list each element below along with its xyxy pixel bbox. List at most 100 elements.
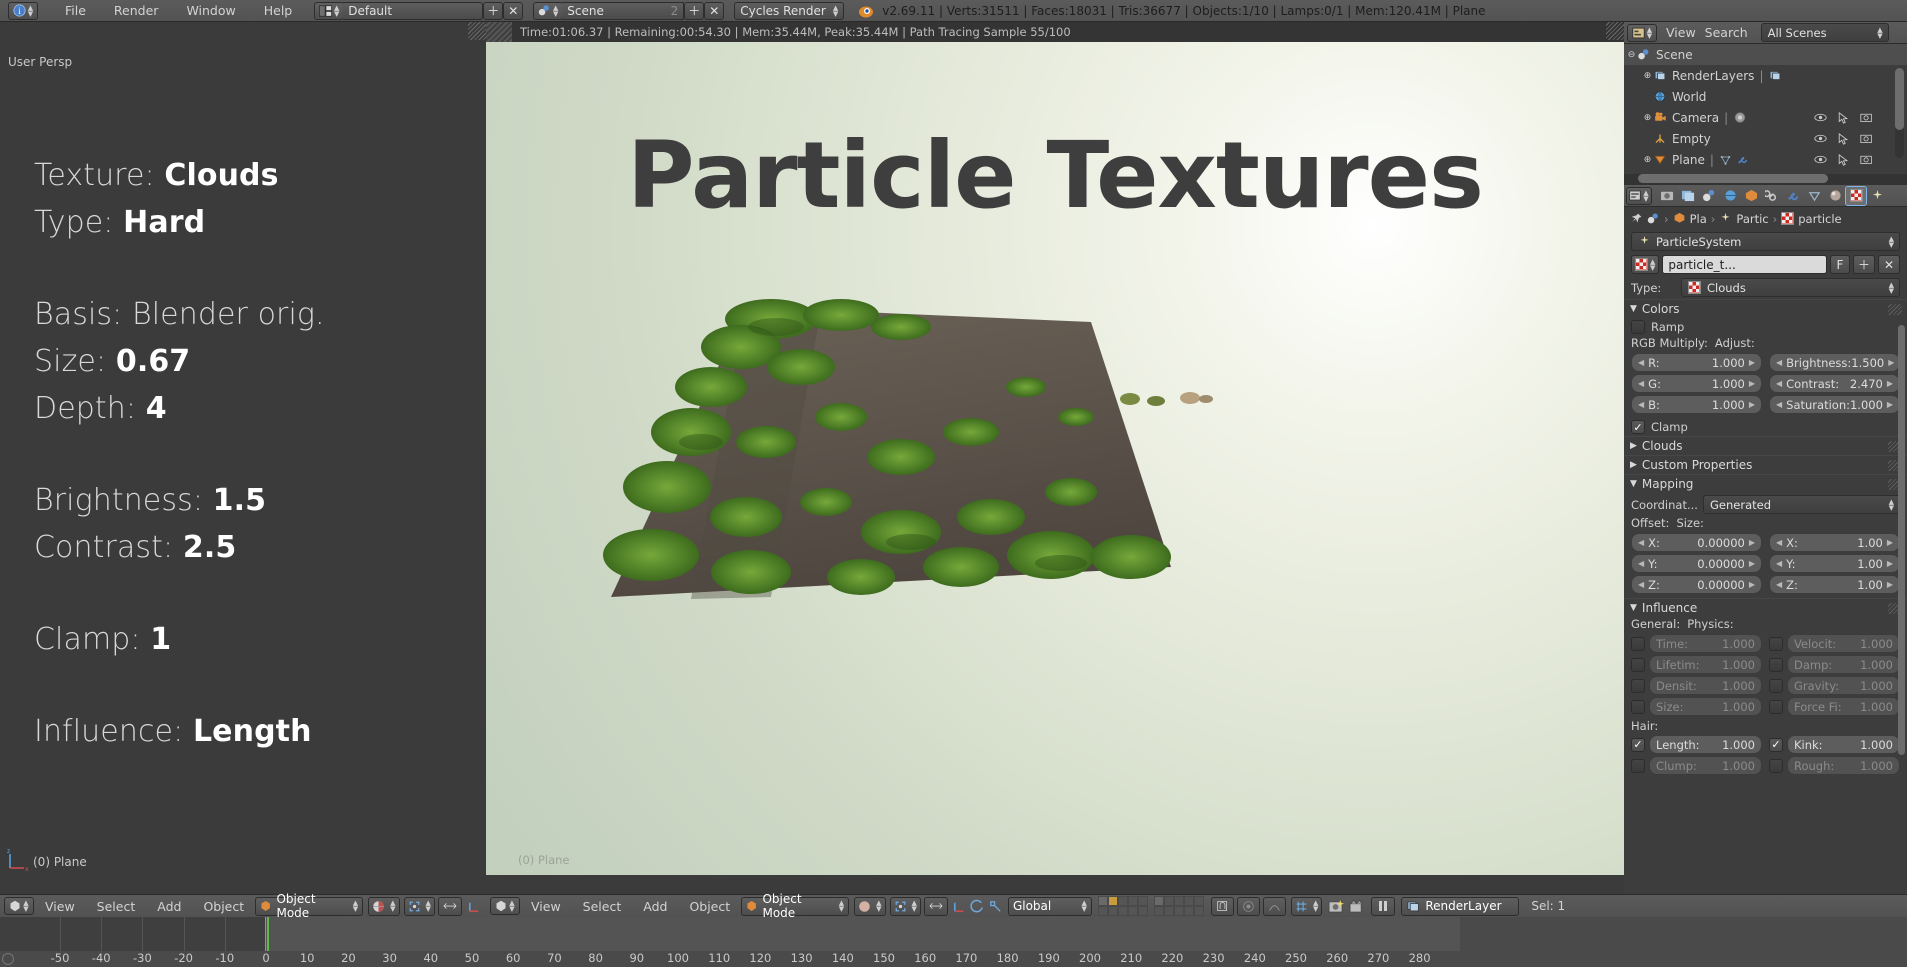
saturation-field[interactable]: ◀ Saturation: 1.000 ▶: [1769, 395, 1900, 414]
cube-icon[interactable]: [1673, 212, 1686, 225]
translate-gizmo-icon[interactable]: [952, 899, 967, 914]
timeline-track[interactable]: [0, 917, 1907, 951]
ramp-checkbox[interactable]: ✓: [1631, 320, 1645, 334]
outliner-row-empty[interactable]: Empty: [1624, 128, 1907, 149]
properties-tab-modifiers[interactable]: [1783, 187, 1803, 205]
influence-length-checkbox[interactable]: ✓: [1631, 737, 1645, 752]
toolbar-right-manipulator-toggle[interactable]: [923, 896, 948, 916]
panel-header-custom-properties[interactable]: ▶ Custom Properties: [1624, 455, 1907, 474]
influence-damp-field[interactable]: Damp: 1.000: [1787, 655, 1900, 674]
influence-velocity-field[interactable]: Velocit: 1.000: [1787, 634, 1900, 653]
influence-kink-checkbox[interactable]: ✓: [1769, 737, 1783, 752]
properties-editor-type-icon[interactable]: ▲ ▼: [1626, 186, 1652, 205]
properties-tab-world[interactable]: [1720, 187, 1740, 205]
influence-rough-field[interactable]: Rough: 1.000: [1787, 756, 1900, 775]
scene-name-field[interactable]: Scene 2: [562, 1, 685, 20]
texture-fake-user-button[interactable]: F: [1830, 255, 1850, 274]
outliner-menu-view[interactable]: View: [1666, 25, 1696, 40]
render-engine-select[interactable]: Cycles Render ▲ ▼: [734, 1, 845, 20]
rgb-r-field[interactable]: ◀ R: 1.000 ▶: [1631, 353, 1762, 372]
outliner-horizontal-scrollbar[interactable]: [1624, 174, 1907, 185]
snap-element-select[interactable]: ▲ ▼: [1290, 896, 1323, 916]
menu-window[interactable]: Window: [172, 3, 249, 18]
influence-velocity-checkbox[interactable]: ✓: [1769, 636, 1783, 651]
breadcrumb-object[interactable]: Pla: [1690, 212, 1707, 226]
influence-gravity-checkbox[interactable]: ✓: [1769, 678, 1783, 693]
properties-tab-texture[interactable]: [1845, 185, 1867, 206]
properties-tab-constraints[interactable]: [1762, 187, 1782, 205]
outliner-display-mode-select[interactable]: All Scenes ▲ ▼: [1760, 23, 1889, 42]
texture-type-select[interactable]: Clouds ▲ ▼: [1681, 278, 1900, 297]
rgb-g-field[interactable]: ◀ G: 1.000 ▶: [1631, 374, 1762, 393]
influence-clump-field[interactable]: Clump: 1.000: [1649, 756, 1762, 775]
offset-x-field[interactable]: ◀ X: 0.00000 ▶: [1631, 533, 1762, 552]
timeline-editor[interactable]: -50 -40 -30 -20 -10 0 10 20 30 40 50 60 70 80 90 100 110…: [0, 917, 1907, 967]
influence-size-checkbox[interactable]: ✓: [1631, 699, 1645, 714]
toolbar-left-pivot-select[interactable]: ▲ ▼: [403, 896, 435, 916]
influence-length-field[interactable]: Length: 1.000: [1649, 735, 1762, 754]
influence-lifetime-field[interactable]: Lifetim: 1.000: [1649, 655, 1762, 674]
restrict-select-cursor-icon[interactable]: [1838, 153, 1849, 166]
restrict-view-eye-icon[interactable]: [1814, 154, 1827, 165]
outliner-editor-type-icon[interactable]: ▲ ▼: [1627, 23, 1657, 42]
toolbar-left-menu-add[interactable]: Add: [146, 899, 192, 914]
influence-density-field[interactable]: Densit: 1.000: [1649, 676, 1762, 695]
restrict-view-eye-icon[interactable]: [1814, 112, 1827, 123]
layer-grid-block-2[interactable]: [1153, 896, 1204, 916]
collapse-icon[interactable]: ⊖: [1626, 50, 1637, 60]
influence-gravity-field[interactable]: Gravity: 1.000: [1787, 676, 1900, 695]
restrict-select-cursor-icon[interactable]: [1838, 111, 1849, 124]
outliner-row-scene[interactable]: ⊖ Scene: [1624, 44, 1907, 65]
active-render-layer-select[interactable]: RenderLayer: [1401, 896, 1520, 916]
scene-icon[interactable]: [1647, 212, 1660, 225]
viewport-resize-grip[interactable]: [468, 22, 486, 40]
size-x-field[interactable]: ◀ X: 1.00 ▶: [1769, 533, 1900, 552]
render-image-button-icon[interactable]: [1328, 899, 1345, 914]
rotate-gizmo-icon[interactable]: [970, 899, 985, 914]
toolbar-right-menu-object[interactable]: Object: [678, 899, 741, 914]
properties-tab-particles[interactable]: [1867, 187, 1887, 205]
toolbar-left-mode-select[interactable]: Object Mode ▲ ▼: [255, 892, 364, 920]
outliner-row-world[interactable]: World: [1624, 86, 1907, 107]
restrict-toggles[interactable]: [1814, 153, 1873, 166]
toolbar-right-menu-select[interactable]: Select: [572, 899, 633, 914]
toolbar-left-menu-view[interactable]: View: [34, 899, 86, 914]
panel-header-colors[interactable]: ▼ Colors: [1624, 299, 1907, 318]
new-scene-button[interactable]: ＋: [684, 1, 705, 20]
toolbar-right-menu-add[interactable]: Add: [632, 899, 678, 914]
menu-file[interactable]: File: [51, 3, 100, 18]
pin-icon[interactable]: [1630, 212, 1643, 225]
breadcrumb-texture[interactable]: particle: [1798, 212, 1841, 226]
proportional-falloff-select[interactable]: [1262, 896, 1286, 916]
restrict-render-camera-icon[interactable]: [1860, 112, 1873, 123]
size-y-field[interactable]: ◀ Y: 1.00 ▶: [1769, 554, 1900, 573]
pause-render-preview-toggle[interactable]: [1371, 896, 1396, 916]
influence-size-field[interactable]: Size: 1.000: [1649, 697, 1762, 716]
outliner-editor[interactable]: ▲ ▼ View Search All Scenes ▲ ▼ ⊖ Scene ⊕ R…: [1624, 22, 1907, 185]
menu-render[interactable]: Render: [100, 3, 173, 18]
contrast-field[interactable]: ◀ Contrast: 2.470 ▶: [1769, 374, 1900, 393]
toolbar-right-shading-select[interactable]: ▲ ▼: [854, 896, 886, 916]
proportional-edit-toggle[interactable]: [1236, 896, 1260, 916]
texture-unlink-button[interactable]: ✕: [1878, 255, 1900, 274]
toolbar-right-pivot-select[interactable]: ▲ ▼: [889, 896, 921, 916]
breadcrumb-particles[interactable]: Partic: [1736, 212, 1768, 226]
toolbar-left-shading-select[interactable]: ▲ ▼: [368, 896, 400, 916]
render-viewport-resize-grip[interactable]: [1606, 22, 1624, 40]
render-result-viewport[interactable]: Time:01:06.37 | Remaining:00:54.30 | Mem…: [486, 22, 1624, 894]
properties-tab-object[interactable]: [1741, 187, 1761, 205]
layer-grid-block-1[interactable]: [1097, 896, 1148, 916]
panel-header-mapping[interactable]: ▼ Mapping: [1624, 474, 1907, 493]
offset-y-field[interactable]: ◀ Y: 0.00000 ▶: [1631, 554, 1762, 573]
checker-icon[interactable]: [1781, 212, 1795, 225]
transform-orientation-select[interactable]: Global ▲ ▼: [1007, 896, 1092, 916]
outliner-row-plane[interactable]: ⊕ Plane |: [1624, 149, 1907, 170]
influence-forcefield-checkbox[interactable]: ✓: [1769, 699, 1783, 714]
brightness-field[interactable]: ◀ Brightness: 1.500 ▶: [1769, 353, 1900, 372]
properties-vertical-scrollbar[interactable]: [1898, 325, 1905, 755]
properties-editor[interactable]: ▲ ▼ › Pla › Partic › particle ParticleSy…: [1624, 185, 1907, 894]
expand-icon[interactable]: ⊕: [1642, 113, 1653, 123]
influence-density-checkbox[interactable]: ✓: [1631, 678, 1645, 693]
texture-name-field[interactable]: particle_t...: [1662, 255, 1827, 274]
render-animation-button-icon[interactable]: [1349, 898, 1366, 914]
